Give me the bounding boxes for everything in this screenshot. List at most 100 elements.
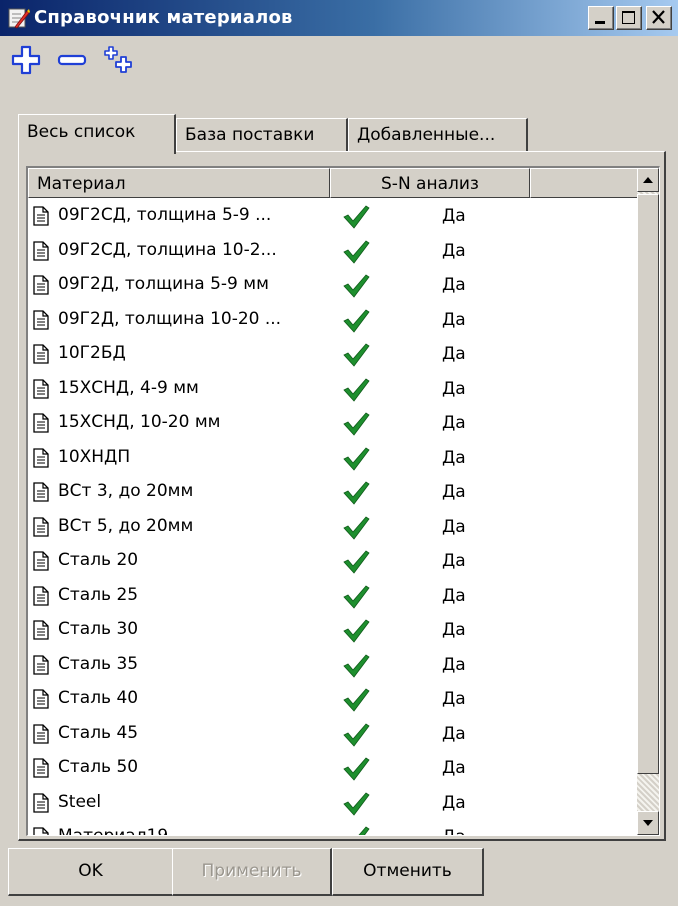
material-name: Материал19 <box>58 826 169 836</box>
material-name: 09Г2Д, толщина 5-9 мм <box>58 274 269 294</box>
document-icon <box>33 758 49 778</box>
document-icon <box>33 551 49 571</box>
document-icon <box>33 206 49 226</box>
sn-analysis-value: Да <box>442 516 466 537</box>
document-icon <box>33 482 49 502</box>
checkmark-icon <box>343 239 370 264</box>
column-header-material[interactable]: Материал <box>28 168 330 198</box>
minus-icon[interactable] <box>56 44 88 76</box>
list-item[interactable]: 09Г2Д, толщина 10-20 ... Да <box>28 303 638 338</box>
tab-label: Весь список <box>27 122 136 142</box>
minimize-icon <box>595 21 605 24</box>
material-name: Сталь 20 <box>58 550 139 570</box>
material-name: 09Г2Д, толщина 10-20 ... <box>58 308 282 329</box>
tab-all-list[interactable]: Весь список <box>18 114 176 154</box>
list-item[interactable]: 10Г2БД Да <box>28 337 638 372</box>
close-button[interactable] <box>646 6 672 30</box>
material-name: ВСт 3, до 20мм <box>58 481 194 501</box>
apply-button-label: Применить <box>201 861 302 881</box>
material-name: ВСт 5, до 20мм <box>58 515 194 536</box>
ok-button-label: OK <box>78 861 103 881</box>
sn-analysis-value: Да <box>442 758 466 778</box>
checkmark-icon <box>343 722 370 747</box>
document-icon <box>33 344 49 364</box>
checkmark-icon <box>343 274 370 298</box>
document-icon <box>33 620 49 640</box>
tab-supply-base[interactable]: База поставки <box>176 118 348 152</box>
scroll-up-button[interactable] <box>637 168 659 192</box>
multi-add-icon[interactable] <box>102 44 134 76</box>
checkmark-icon <box>343 584 370 609</box>
sn-analysis-value: Да <box>442 240 466 261</box>
scroll-thumb[interactable] <box>637 194 659 774</box>
column-header-sn-analysis[interactable]: S-N анализ <box>330 168 530 198</box>
list-item[interactable]: Сталь 45 Да <box>28 717 638 752</box>
list-item[interactable]: 09Г2СД, толщина 5-9 ... Да <box>28 199 638 234</box>
arrow-down-icon <box>643 820 653 826</box>
plus-icon[interactable] <box>10 44 42 76</box>
scroll-down-button[interactable] <box>637 811 659 835</box>
document-icon <box>33 309 49 330</box>
cancel-button[interactable]: Отменить <box>332 848 484 896</box>
sn-analysis-value: Да <box>442 206 466 226</box>
material-name: 10Г2БД <box>58 343 126 363</box>
tab-strip: Весь список База поставки Добавленные... <box>0 114 678 154</box>
checkmark-icon <box>343 205 370 229</box>
checkmark-icon <box>343 550 370 574</box>
material-name: Сталь 30 <box>58 619 139 639</box>
sn-analysis-value: Да <box>442 792 466 813</box>
sn-analysis-value: Да <box>442 689 466 709</box>
document-icon <box>33 378 49 399</box>
list-rows: 09Г2СД, толщина 5-9 ... Да 09Г2СД, толщина… <box>28 199 638 836</box>
title-bar[interactable]: Справочник материалов <box>0 0 678 36</box>
checkmark-icon <box>343 619 370 643</box>
column-header-empty[interactable] <box>530 168 640 198</box>
material-name: 10ХНДП <box>58 446 131 467</box>
sn-analysis-value: Да <box>442 827 466 835</box>
list-item[interactable]: 09Г2СД, толщина 10-2... Да <box>28 234 638 269</box>
sn-analysis-value: Да <box>442 585 466 606</box>
material-name: Сталь 40 <box>58 688 139 708</box>
sn-analysis-value: Да <box>442 482 466 502</box>
list-item[interactable]: Сталь 40 Да <box>28 682 638 717</box>
apply-button[interactable]: Применить <box>172 848 332 896</box>
list-item[interactable]: 15ХСНД, 4-9 мм Да <box>28 372 638 407</box>
checkmark-icon <box>343 515 370 540</box>
list-item[interactable]: Материал19 Да <box>28 820 638 836</box>
list-item[interactable]: ВСт 3, до 20мм Да <box>28 475 638 510</box>
sn-analysis-value: Да <box>442 413 466 433</box>
cancel-button-label: Отменить <box>363 861 452 881</box>
list-item[interactable]: Сталь 35 Да <box>28 648 638 683</box>
document-icon <box>33 827 49 835</box>
checkmark-icon <box>343 343 370 367</box>
list-item[interactable]: Сталь 30 Да <box>28 613 638 648</box>
maximize-icon <box>622 11 635 24</box>
maximize-button[interactable] <box>616 6 642 30</box>
document-icon <box>33 447 49 468</box>
sn-analysis-value: Да <box>442 551 466 571</box>
list-item[interactable]: Сталь 50 Да <box>28 751 638 786</box>
sn-analysis-value: Да <box>442 654 466 675</box>
minimize-button[interactable] <box>588 6 614 30</box>
list-item[interactable]: Steel Да <box>28 786 638 821</box>
tab-added[interactable]: Добавленные... <box>348 118 528 152</box>
list-item[interactable]: 15ХСНД, 10-20 мм Да <box>28 406 638 441</box>
material-name: 15ХСНД, 10-20 мм <box>58 412 221 432</box>
sn-analysis-value: Да <box>442 447 466 468</box>
document-icon <box>33 792 49 813</box>
vertical-scrollbar[interactable] <box>637 168 659 835</box>
close-icon <box>652 10 665 24</box>
sn-analysis-value: Да <box>442 723 466 744</box>
window-title: Справочник материалов <box>34 7 293 28</box>
material-name: Сталь 25 <box>58 584 139 605</box>
materials-list[interactable]: Материал S-N анализ 09Г2СД, толщина 5-9 … <box>26 166 660 836</box>
list-item[interactable]: 09Г2Д, толщина 5-9 мм Да <box>28 268 638 303</box>
list-item[interactable]: Сталь 25 Да <box>28 579 638 614</box>
list-item[interactable]: Сталь 20 Да <box>28 544 638 579</box>
checkmark-icon <box>358 826 370 835</box>
ok-button[interactable]: OK <box>8 848 174 896</box>
list-item[interactable]: 10ХНДП Да <box>28 441 638 476</box>
material-name: Steel <box>58 791 102 812</box>
checkmark-icon <box>343 688 370 712</box>
list-item[interactable]: ВСт 5, до 20мм Да <box>28 510 638 545</box>
